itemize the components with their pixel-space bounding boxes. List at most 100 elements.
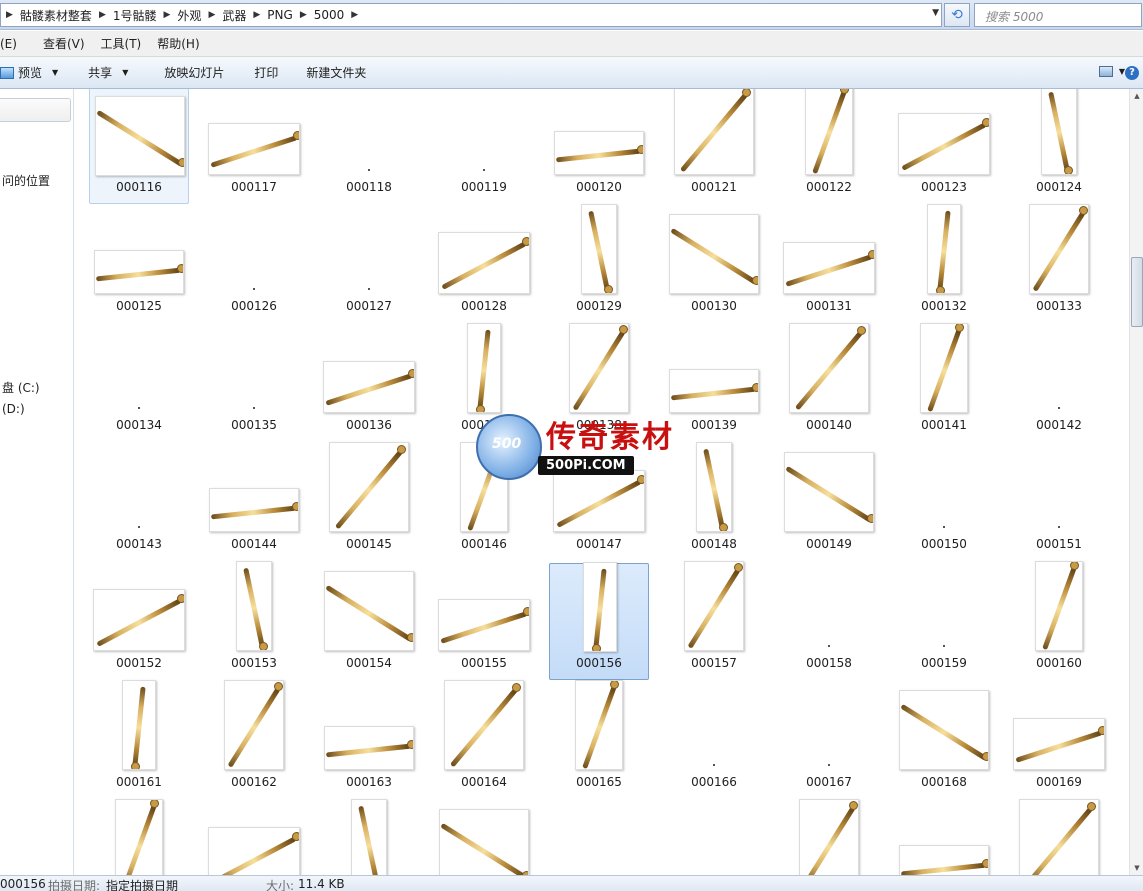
file-item[interactable]: 000121 [664,89,764,204]
scroll-up-icon[interactable]: ▲ [1130,89,1143,103]
nav-item-drive-d[interactable]: (D:) [2,402,25,416]
file-item[interactable]: 000130 [664,206,764,323]
file-item[interactable]: 000176 [779,799,879,875]
change-view-button[interactable]: ▼ [1098,66,1125,77]
nav-item-recent-places[interactable]: 问的位置 [2,172,50,189]
file-item[interactable]: 000174 [549,801,649,875]
slideshow-button[interactable]: 放映幻灯片 [142,64,238,81]
file-item[interactable]: 000134 [89,325,189,442]
file-item[interactable]: 000129 [549,204,649,323]
breadcrumb-item[interactable]: 外观 [175,7,203,24]
file-item[interactable]: 000166 [664,682,764,799]
file-item[interactable]: 000163 [319,682,419,799]
file-item[interactable]: 000148 [664,442,764,561]
file-item[interactable]: 000154 [319,563,419,680]
file-item[interactable]: 000119 [434,89,534,204]
menu-help[interactable]: 帮助(H) [149,35,207,52]
share-button[interactable]: 共享 ▼ [72,64,142,81]
file-item[interactable]: 000149 [779,444,879,561]
file-item[interactable]: 000131 [779,206,879,323]
file-item[interactable]: 000145 [319,442,419,561]
nav-item-drive-c[interactable]: 盘 (C:) [2,379,40,396]
breadcrumb-item[interactable]: 1号骷髅 [111,7,159,24]
file-item[interactable]: 000175 [664,801,764,875]
file-name-label: 000129 [576,299,622,313]
breadcrumb-item[interactable]: 武器 [220,7,248,24]
file-item[interactable]: 000117 [204,89,304,204]
file-item[interactable]: 000127 [319,206,419,323]
file-item[interactable]: 000139 [664,325,764,442]
file-item[interactable]: 000178 [1009,799,1109,875]
file-item[interactable]: 000140 [779,323,879,442]
file-item[interactable]: 000177 [894,801,994,875]
address-bar[interactable]: ▶ 骷髅素材整套 ▶ 1号骷髅 ▶ 外观 ▶ 武器 ▶ PNG ▶ 5000 ▶ ▼ [0,3,942,27]
file-item[interactable]: 000150 [894,444,994,561]
file-item[interactable]: 000167 [779,682,879,799]
breadcrumb-arrow-icon[interactable]: ▶ [346,10,363,20]
file-item[interactable]: 000155 [434,563,534,680]
file-item[interactable]: 000153 [204,561,304,680]
file-item[interactable]: 000143 [89,444,189,561]
breadcrumb-arrow-icon[interactable]: ▶ [295,10,312,20]
file-item[interactable]: 000173 [434,801,534,875]
file-item[interactable]: 000157 [664,561,764,680]
breadcrumb-arrow-icon[interactable]: ▶ [94,10,111,20]
file-item[interactable]: 000133 [1009,204,1109,323]
breadcrumb-item[interactable]: 5000 [312,8,347,22]
file-item[interactable]: 000160 [1009,561,1109,680]
file-item[interactable]: 000158 [779,563,879,680]
file-item[interactable]: 000123 [894,89,994,204]
breadcrumb-arrow-icon[interactable]: ▶ [248,10,265,20]
menu-view[interactable]: 查看(V) [35,35,93,52]
menu-edit[interactable]: (E) [0,37,25,51]
file-name-label: 000124 [1036,180,1082,194]
help-icon[interactable]: ? [1125,66,1139,80]
file-item[interactable]: 000136 [319,325,419,442]
file-item[interactable]: 000120 [549,89,649,204]
file-item[interactable]: 000116 [89,89,189,204]
print-button[interactable]: 打印 [238,64,292,81]
breadcrumb-arrow-icon[interactable]: ▶ [1,10,18,20]
file-item[interactable]: 000170 [89,799,189,875]
file-item[interactable]: 000171 [204,801,304,875]
file-item[interactable]: 000141 [894,323,994,442]
refresh-button[interactable]: ⟲ [944,3,970,27]
file-name-label: 000156 [576,656,622,670]
file-item[interactable]: 000152 [89,563,189,680]
file-item[interactable]: 000142 [1009,325,1109,442]
address-dropdown-icon[interactable]: ▼ [932,8,939,18]
search-input[interactable]: 搜索 5000 [974,3,1142,27]
file-item[interactable]: 000162 [204,680,304,799]
file-item[interactable]: 000172 [319,799,419,875]
file-item[interactable]: 000122 [779,89,879,204]
file-item[interactable]: 000164 [434,680,534,799]
file-item[interactable]: 000165 [549,680,649,799]
new-folder-button[interactable]: 新建文件夹 [292,64,380,81]
file-item[interactable]: 000161 [89,680,189,799]
file-item[interactable]: 000156 [549,562,649,680]
file-item[interactable]: 000118 [319,89,419,204]
vertical-scrollbar[interactable]: ▲ ▼ [1129,89,1143,875]
file-item[interactable]: 000132 [894,204,994,323]
scroll-down-icon[interactable]: ▼ [1130,861,1143,875]
nav-selected-item[interactable] [0,98,71,122]
file-item[interactable]: 000169 [1009,682,1109,799]
breadcrumb-item[interactable]: PNG [265,8,295,22]
file-item[interactable]: 000126 [204,206,304,323]
file-item[interactable]: 000128 [434,206,534,323]
file-item[interactable]: 000159 [894,563,994,680]
preview-button[interactable]: 预览 ▼ [0,64,72,81]
file-item[interactable]: 000151 [1009,444,1109,561]
menu-tools[interactable]: 工具(T) [93,35,150,52]
scrollbar-thumb[interactable] [1131,257,1143,327]
status-date-value[interactable]: 指定拍摄日期 [106,877,178,891]
file-item[interactable]: 000125 [89,206,189,323]
refresh-icon: ⟲ [951,7,963,23]
file-item[interactable]: 000144 [204,444,304,561]
file-item[interactable]: 000168 [894,682,994,799]
file-item[interactable]: 000135 [204,325,304,442]
breadcrumb-item[interactable]: 骷髅素材整套 [18,7,94,24]
breadcrumb-arrow-icon[interactable]: ▶ [203,10,220,20]
file-item[interactable]: 000124 [1009,89,1109,204]
breadcrumb-arrow-icon[interactable]: ▶ [159,10,176,20]
